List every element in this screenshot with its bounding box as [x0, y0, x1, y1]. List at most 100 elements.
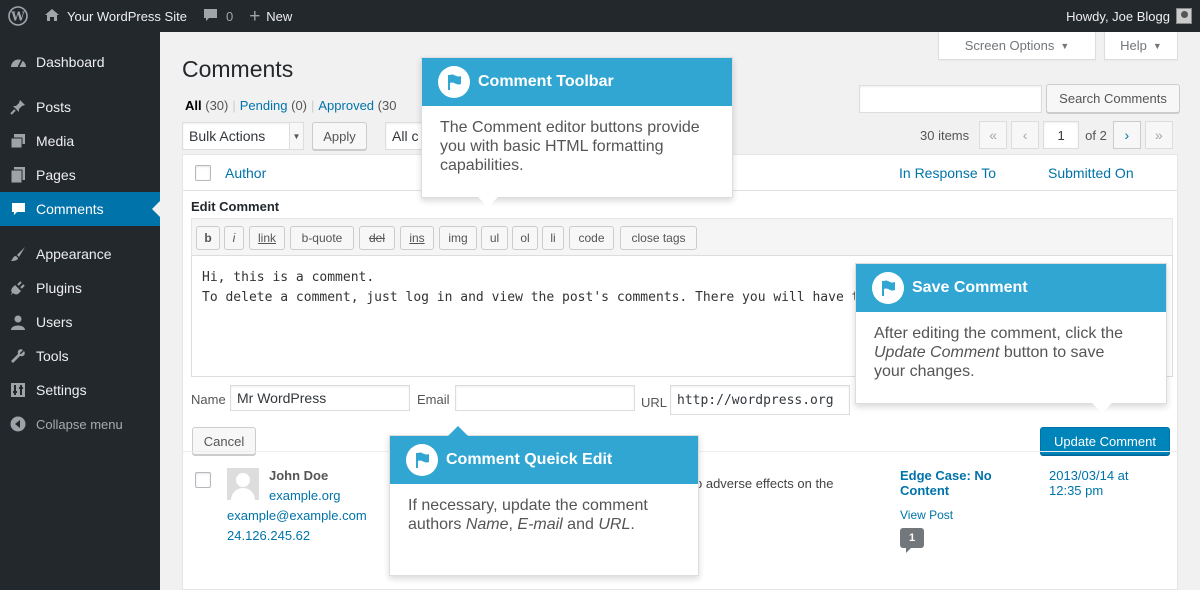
menu-item-users[interactable]: Users — [0, 305, 160, 339]
plus-icon: + — [249, 5, 261, 27]
url-label: URL — [641, 395, 668, 410]
comment-count-bubble[interactable]: 1 — [900, 528, 924, 553]
screen-options-button[interactable]: Screen Options ▼ — [938, 32, 1096, 60]
plug-icon — [0, 280, 36, 296]
collapse-menu-button[interactable]: Collapse menu — [0, 407, 160, 441]
qt-bold-button[interactable]: b — [196, 226, 220, 250]
qt-blockquote-button[interactable]: b-quote — [290, 226, 354, 250]
svg-text:W: W — [10, 10, 25, 24]
site-name: Your WordPress Site — [67, 8, 187, 24]
first-page-button[interactable]: « — [979, 121, 1008, 149]
comment-author-name: John Doe — [269, 468, 329, 483]
bulk-actions-select[interactable]: Bulk Actions ▼ — [182, 122, 304, 150]
response-post-title[interactable]: Edge Case: No Content — [900, 468, 992, 498]
pin-icon — [0, 99, 36, 115]
home-icon — [44, 8, 60, 25]
qt-img-button[interactable]: img — [439, 226, 477, 250]
new-content-link[interactable]: + New — [241, 0, 300, 32]
filter-pending[interactable]: Pending (0) — [240, 98, 307, 113]
menu-item-pages[interactable]: Pages — [0, 158, 160, 192]
admin-menu: Dashboard Posts Media Pages Comments App… — [0, 32, 160, 590]
row-checkbox[interactable] — [195, 472, 211, 488]
dashboard-icon — [0, 55, 36, 69]
author-name-input[interactable]: Mr WordPress — [230, 385, 410, 411]
collapse-arrow-icon — [0, 416, 36, 432]
current-page-input[interactable]: 1 — [1043, 121, 1080, 149]
submitted-date[interactable]: 2013/03/14 at 12:35 pm — [1049, 468, 1129, 498]
comment-bubble-icon — [203, 8, 218, 25]
admin-bar: W Your WordPress Site 0 + New Howdy, Joe… — [0, 0, 1200, 32]
qt-li-button[interactable]: li — [542, 226, 564, 250]
flag-icon — [406, 444, 438, 476]
select-all-checkbox[interactable] — [195, 165, 211, 181]
qt-italic-button[interactable]: i — [224, 226, 244, 250]
apply-button[interactable]: Apply — [312, 122, 367, 150]
items-count: 30 items — [920, 127, 970, 143]
column-author[interactable]: Author — [225, 155, 266, 191]
qt-code-button[interactable]: code — [569, 226, 614, 250]
menu-item-tools[interactable]: Tools — [0, 339, 160, 373]
comments-count: 0 — [225, 8, 234, 24]
pointer-title: Save Comment — [912, 279, 1028, 296]
site-name-link[interactable]: Your WordPress Site — [36, 0, 195, 32]
column-in-response-to[interactable]: In Response To — [899, 155, 996, 191]
save-comment-pointer: Save Comment After editing the comment, … — [855, 263, 1167, 413]
menu-item-comments[interactable]: Comments — [0, 192, 160, 226]
prev-page-button[interactable]: ‹ — [1011, 121, 1040, 149]
comment-icon — [0, 202, 36, 216]
my-account[interactable]: Howdy, Joe Blogg — [1066, 0, 1192, 32]
total-pages: of 2 — [1085, 127, 1107, 143]
pointer-header: Comment Queick Edit — [390, 436, 698, 484]
media-icon — [0, 133, 36, 149]
pointer-header: Save Comment — [856, 264, 1166, 312]
email-label: Email — [417, 392, 450, 407]
comment-author-ip[interactable]: 24.126.245.62 — [227, 528, 310, 543]
qt-ol-button[interactable]: ol — [512, 226, 538, 250]
select-arrow-icon: ▼ — [289, 123, 303, 149]
last-page-button[interactable]: » — [1144, 121, 1173, 149]
qt-ul-button[interactable]: ul — [481, 226, 508, 250]
quicktags-toolbar: b i link b-quote del ins img ul ol li co… — [191, 218, 1173, 256]
author-url-input[interactable]: http://wordpress.org — [670, 385, 850, 415]
menu-item-posts[interactable]: Posts — [0, 90, 160, 124]
page-title: Comments — [182, 56, 294, 82]
howdy-text: Howdy, Joe Blogg — [1066, 8, 1170, 24]
pointer-title: Comment Toolbar — [478, 73, 614, 90]
pages-icon — [0, 167, 36, 183]
comment-excerpt: o adverse effects on the — [695, 476, 834, 491]
avatar — [227, 468, 259, 500]
comments-link[interactable]: 0 — [195, 0, 241, 32]
filter-all[interactable]: All (30) — [185, 98, 228, 113]
column-submitted-on[interactable]: Submitted On — [1048, 155, 1134, 191]
comment-type-filter-select[interactable]: All c — [385, 122, 425, 150]
pointer-body: If necessary, update the comment authors… — [408, 497, 648, 533]
pointer-title: Comment Queick Edit — [446, 451, 613, 468]
menu-item-settings[interactable]: Settings — [0, 373, 160, 407]
pointer-body: The Comment editor buttons provide you w… — [440, 119, 700, 174]
flag-icon — [438, 66, 470, 98]
comment-author-email[interactable]: example@example.com — [227, 508, 367, 523]
menu-item-plugins[interactable]: Plugins — [0, 271, 160, 305]
comment-toolbar-pointer: Comment Toolbar The Comment editor butto… — [421, 57, 733, 207]
menu-item-appearance[interactable]: Appearance — [0, 237, 160, 271]
brush-icon — [0, 246, 36, 262]
qt-ins-button[interactable]: ins — [400, 226, 434, 250]
comment-quick-edit-pointer: Comment Queick Edit If necessary, update… — [389, 426, 699, 576]
menu-item-dashboard[interactable]: Dashboard — [0, 45, 160, 79]
help-button[interactable]: Help ▼ — [1104, 32, 1178, 60]
search-comments-button[interactable]: Search Comments — [1046, 84, 1180, 113]
next-page-button[interactable]: › — [1112, 121, 1141, 149]
qt-del-button[interactable]: del — [359, 226, 395, 250]
qt-close-tags-button[interactable]: close tags — [620, 226, 697, 250]
user-icon — [0, 315, 36, 330]
wordpress-logo-icon[interactable]: W — [0, 0, 36, 32]
menu-item-media[interactable]: Media — [0, 124, 160, 158]
comment-author-url[interactable]: example.org — [269, 488, 341, 503]
search-input[interactable] — [859, 85, 1042, 113]
filter-approved[interactable]: Approved (30 — [318, 98, 396, 113]
view-post-link[interactable]: View Post — [900, 508, 953, 522]
qt-link-button[interactable]: link — [249, 226, 285, 250]
status-filters: All (30) | Pending (0) | Approved (30 — [185, 98, 397, 113]
author-email-input[interactable] — [455, 385, 635, 411]
caret-down-icon: ▼ — [1152, 40, 1162, 51]
